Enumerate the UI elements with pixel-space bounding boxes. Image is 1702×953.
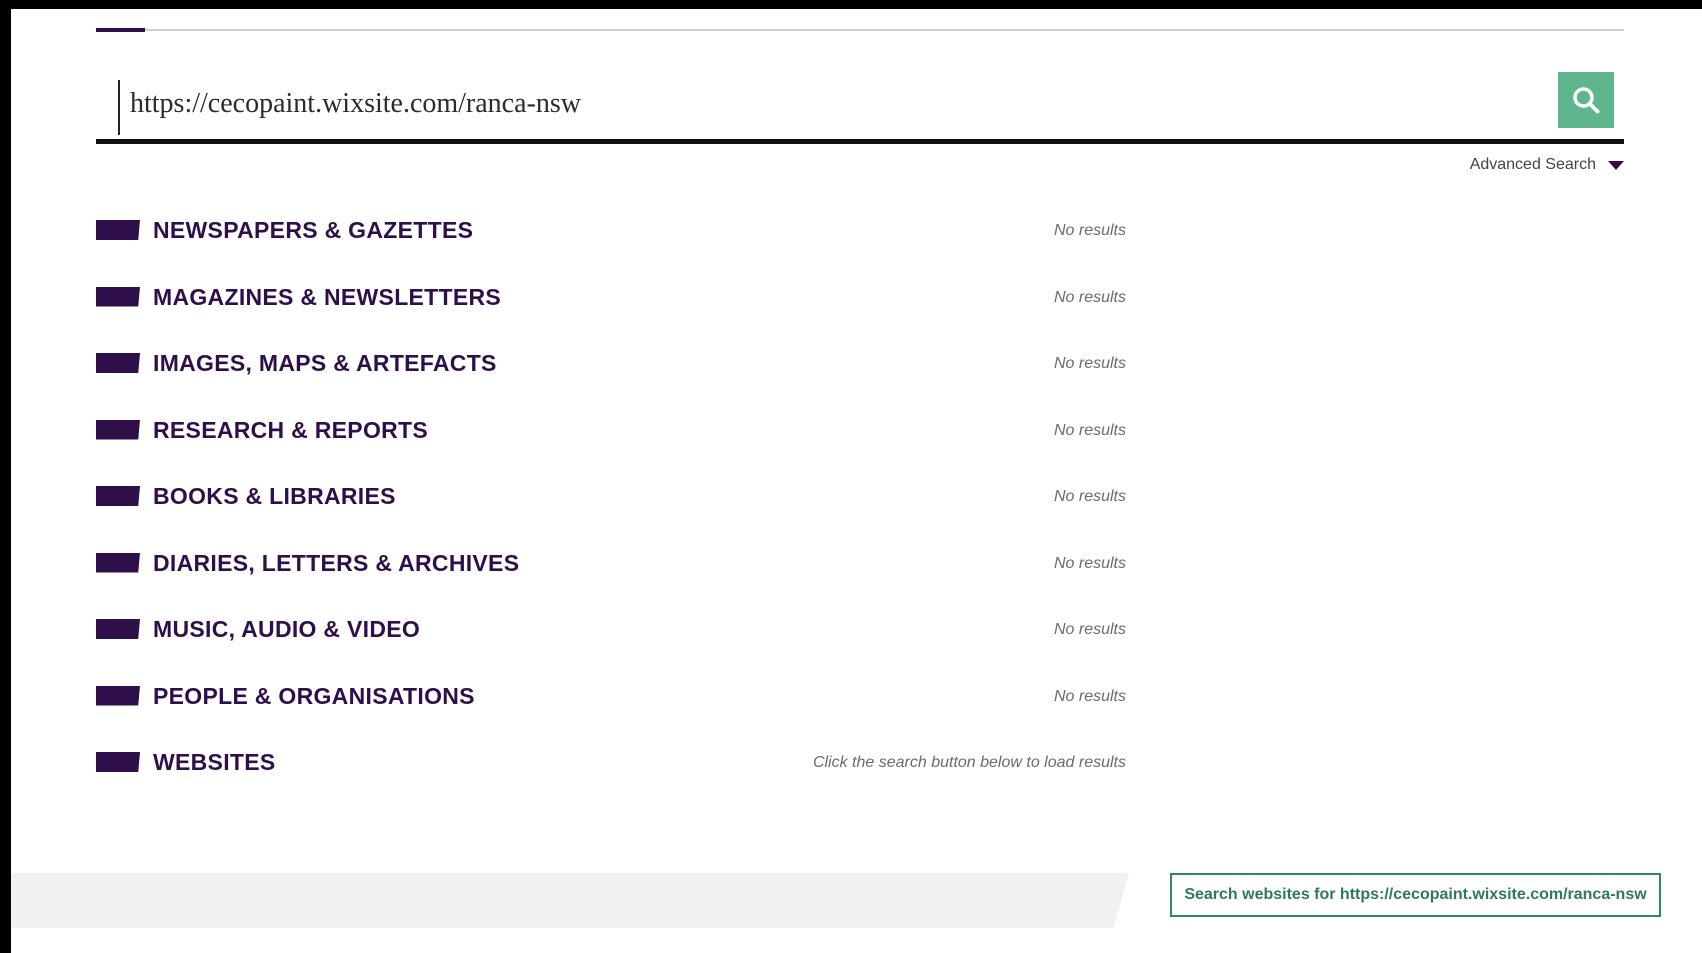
category-row: PEOPLE & ORGANISATIONS No results — [96, 682, 1126, 749]
category-marker — [96, 353, 140, 373]
category-marker — [96, 619, 140, 639]
category-status: No results — [1053, 421, 1126, 439]
category-status: No results — [1053, 222, 1126, 239]
page: Advanced Search NEWSPAPERS & GAZETTES No … — [11, 9, 1702, 953]
category-status: No results — [1053, 621, 1126, 638]
category-marker — [96, 486, 140, 506]
category-status: No results — [1053, 687, 1126, 705]
category-list: NEWSPAPERS & GAZETTES No results MAGAZINES… — [96, 216, 1126, 815]
category-marker — [96, 220, 140, 240]
category-row: DIARIES, LETTERS & ARCHIVES No results — [96, 549, 1126, 616]
advanced-search-label: Advanced Search — [1469, 156, 1596, 173]
category-link[interactable]: BOOKS & LIBRARIES — [153, 482, 396, 510]
search-icon — [1573, 87, 1600, 114]
search-bar — [96, 69, 1624, 145]
category-link[interactable]: MAGAZINES & NEWSLETTERS — [153, 283, 501, 311]
search-underline — [96, 139, 1624, 144]
category-row: WEBSITES Click the search button below to… — [96, 748, 1126, 815]
category-link[interactable]: DIARIES, LETTERS & ARCHIVES — [153, 549, 519, 577]
category-status: No results — [1053, 288, 1126, 306]
category-status: Click the search button below to load re… — [812, 754, 1126, 771]
category-row: RESEARCH & REPORTS No results — [96, 416, 1126, 483]
search-input[interactable] — [130, 83, 1530, 125]
category-row: NEWSPAPERS & GAZETTES No results — [96, 216, 1126, 283]
caret-down-icon — [1608, 160, 1624, 170]
text-cursor — [118, 80, 120, 135]
category-marker — [96, 419, 140, 440]
category-row: MUSIC, AUDIO & VIDEO No results — [96, 615, 1126, 682]
category-marker — [96, 685, 140, 706]
category-link[interactable]: PEOPLE & ORGANISATIONS — [153, 682, 475, 710]
category-marker — [96, 552, 140, 573]
top-divider-accent — [96, 28, 145, 32]
category-row: BOOKS & LIBRARIES No results — [96, 482, 1126, 549]
category-marker — [96, 286, 140, 307]
category-row: IMAGES, MAPS & ARTEFACTS No results — [96, 349, 1126, 416]
category-link[interactable]: MUSIC, AUDIO & VIDEO — [153, 615, 420, 643]
category-link[interactable]: NEWSPAPERS & GAZETTES — [153, 216, 473, 244]
category-link[interactable]: IMAGES, MAPS & ARTEFACTS — [153, 349, 497, 377]
top-divider — [96, 29, 1624, 31]
category-status: No results — [1053, 554, 1126, 572]
search-button[interactable] — [1558, 72, 1614, 128]
category-status: No results — [1053, 355, 1126, 372]
category-row: MAGAZINES & NEWSLETTERS No results — [96, 283, 1126, 350]
category-status: No results — [1053, 488, 1126, 505]
footer-band — [11, 873, 1129, 928]
category-link[interactable]: WEBSITES — [153, 748, 276, 776]
advanced-search-toggle[interactable]: Advanced Search — [1470, 154, 1624, 176]
category-marker — [96, 752, 140, 772]
search-websites-button[interactable]: Search websites for https://cecopaint.wi… — [1170, 873, 1661, 917]
category-link[interactable]: RESEARCH & REPORTS — [153, 416, 428, 444]
